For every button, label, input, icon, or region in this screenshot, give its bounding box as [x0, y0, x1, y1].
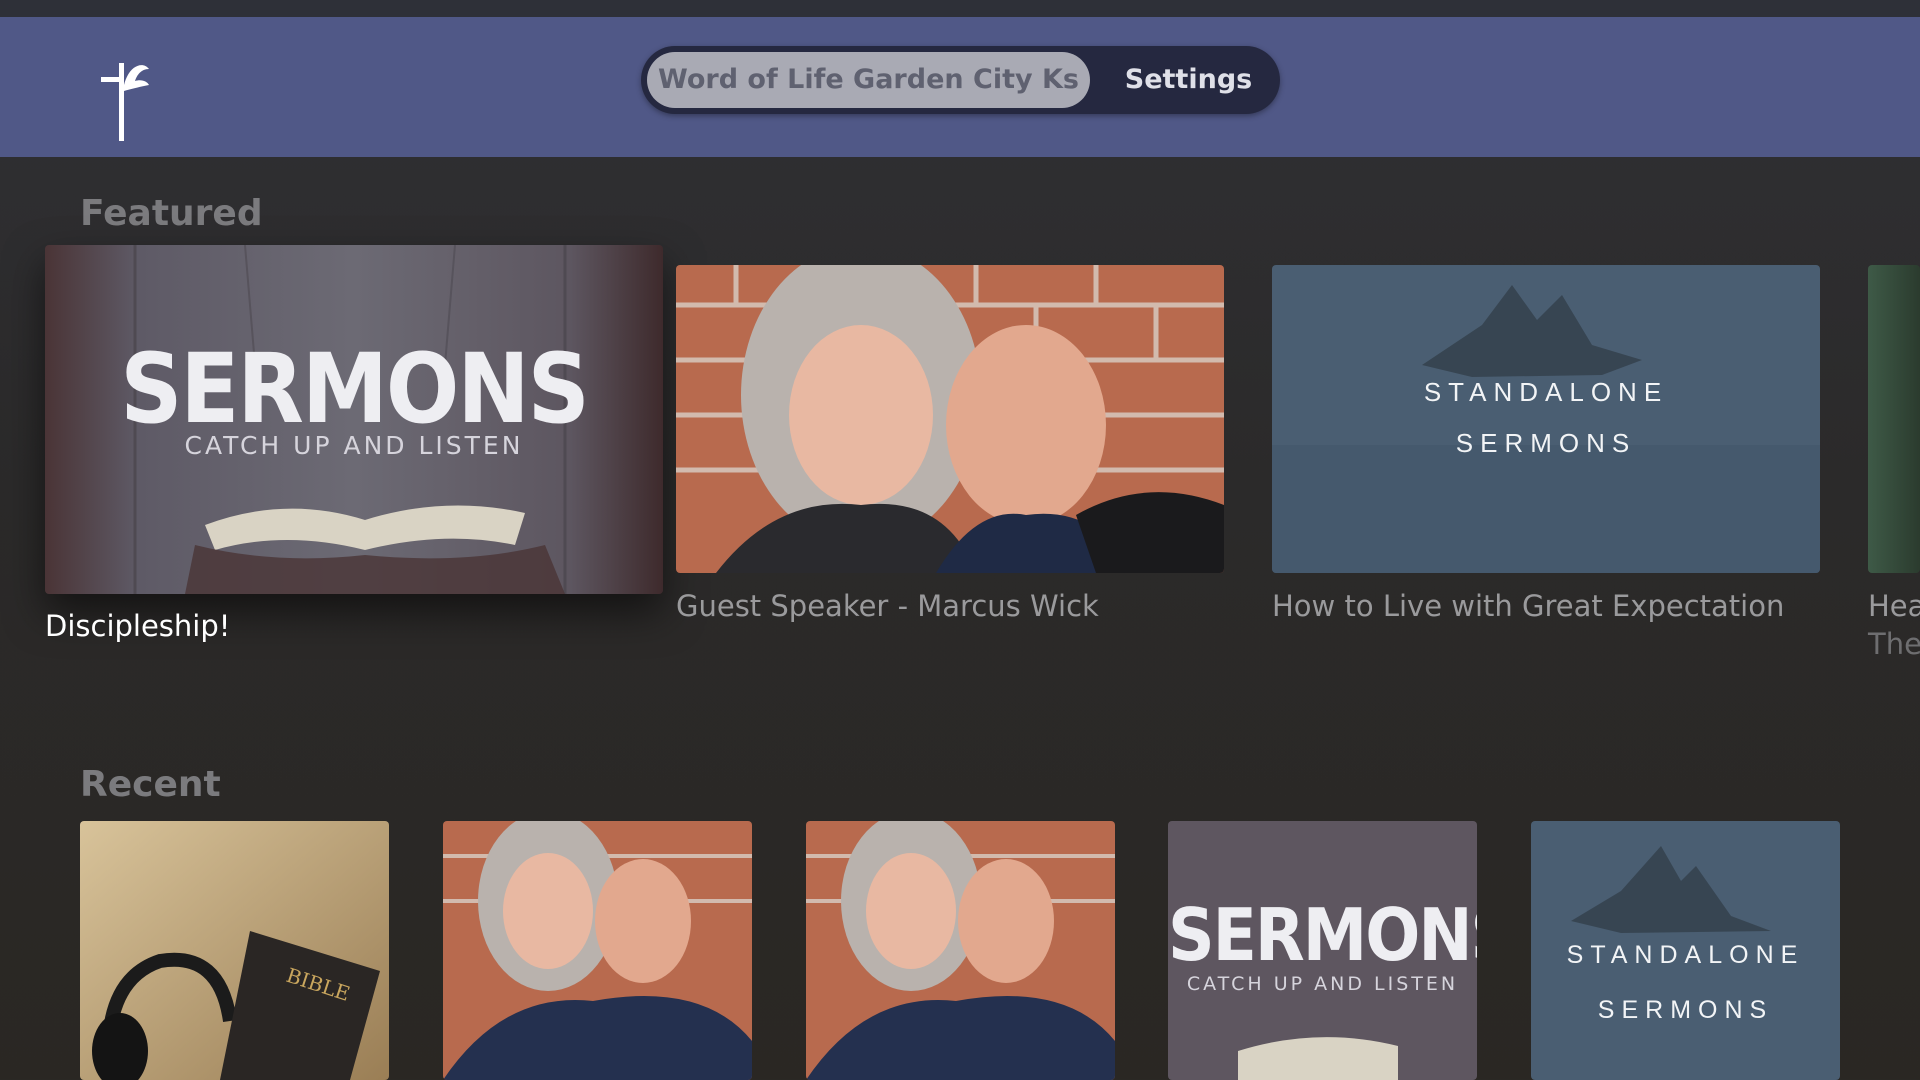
- recent-card-bible-headphones[interactable]: BIBLE: [80, 821, 389, 1080]
- featured-card-sermons[interactable]: SERMONS CATCH UP AND LISTEN: [45, 245, 663, 594]
- sermons-heading: SERMONS: [120, 333, 590, 445]
- standalone-line2: SERMONS: [1455, 428, 1637, 458]
- couple-photo: [676, 265, 1224, 573]
- sermons-subheading: CATCH UP AND LISTEN: [184, 431, 524, 460]
- ocean-rock-artwork: [1272, 265, 1820, 573]
- recent-section-title: Recent: [80, 764, 221, 805]
- bible-headphones-photo: BIBLE: [80, 821, 389, 1080]
- featured-item-subtitle: The: [1868, 627, 1920, 661]
- recent-card-sermons[interactable]: SERMONS CATCH UP AND LISTEN: [1168, 821, 1477, 1080]
- featured-item-title: Discipleship!: [45, 609, 231, 643]
- standalone-line1: STANDALONE: [1566, 941, 1805, 969]
- sermons-subheading: CATCH UP AND LISTEN: [1186, 973, 1459, 995]
- section-tab-bar: Word of Life Garden City Ks Settings: [641, 46, 1280, 114]
- featured-item-title: Guest Speaker - Marcus Wick: [676, 589, 1099, 623]
- standalone-line2: SERMONS: [1597, 996, 1774, 1024]
- tab-settings[interactable]: Settings: [1121, 52, 1256, 108]
- couple-photo: [443, 821, 752, 1080]
- standalone-line1: STANDALONE: [1423, 377, 1669, 407]
- featured-item-title: Hea: [1868, 589, 1920, 623]
- featured-card-guest-speaker[interactable]: [676, 265, 1224, 573]
- couple-photo: [806, 821, 1115, 1080]
- sermons-heading: SERMONS: [1168, 893, 1477, 977]
- featured-card-partial[interactable]: [1868, 265, 1920, 573]
- featured-card-standalone[interactable]: STANDALONE SERMONS: [1272, 265, 1820, 573]
- top-navigation-bar: Word of Life Garden City Ks Settings: [0, 17, 1920, 157]
- featured-item-title: How to Live with Great Expectation: [1272, 589, 1785, 623]
- tab-word-of-life[interactable]: Word of Life Garden City Ks: [647, 52, 1090, 108]
- recent-card-couple-2[interactable]: [806, 821, 1115, 1080]
- top-strip: [0, 0, 1920, 17]
- recent-card-standalone[interactable]: STANDALONE SERMONS: [1531, 821, 1840, 1080]
- cross-dove-logo-icon: [101, 63, 149, 141]
- recent-card-couple-1[interactable]: [443, 821, 752, 1080]
- featured-section-title: Featured: [80, 193, 263, 234]
